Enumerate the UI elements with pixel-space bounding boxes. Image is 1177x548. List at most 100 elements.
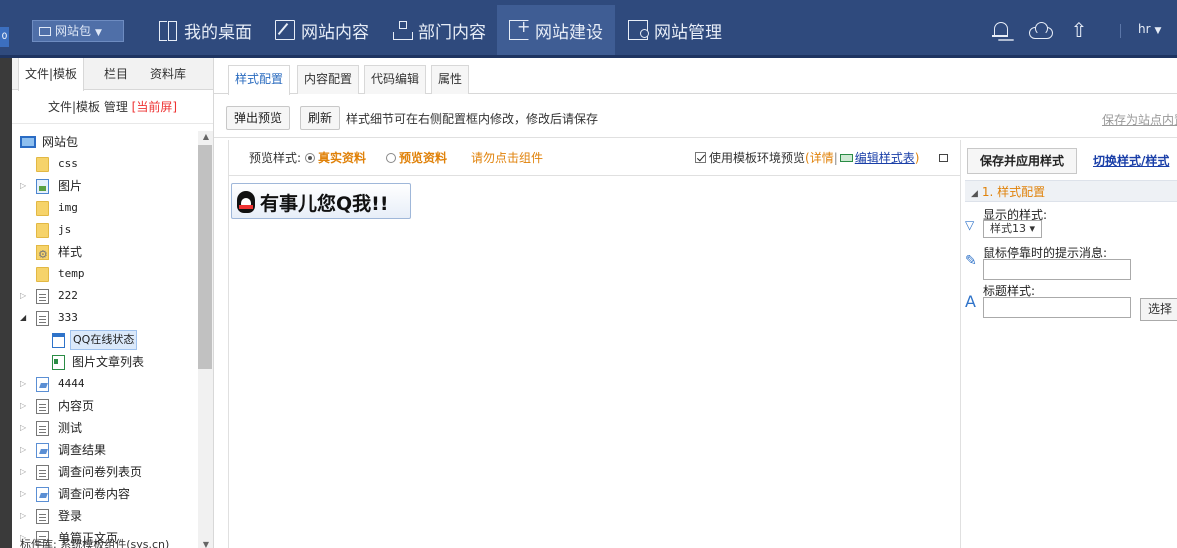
edit-page-icon xyxy=(36,487,49,502)
tree-node[interactable]: img xyxy=(12,197,198,219)
detail-link[interactable]: 详情 xyxy=(810,151,834,165)
expand-arrow-icon[interactable]: ▷ xyxy=(20,483,26,505)
tree-node-label: 登录 xyxy=(58,509,83,523)
page-icon xyxy=(36,311,49,326)
edit-page-icon xyxy=(36,443,49,458)
radio-button[interactable] xyxy=(386,153,396,163)
site-selector-label: 网站包 xyxy=(55,24,92,38)
shirt-icon[interactable]: ⇧ xyxy=(1068,20,1090,42)
edit-stylesheet-link[interactable]: 编辑样式表 xyxy=(855,151,915,165)
checkbox[interactable] xyxy=(695,152,706,163)
tree-node-label: img xyxy=(58,201,78,214)
real-data-option[interactable]: 真实资料 xyxy=(305,140,366,176)
tree-node-label: 调查结果 xyxy=(58,443,107,457)
tab-content-config[interactable]: 内容配置 xyxy=(297,65,360,94)
nav-site-content[interactable]: 网站内容 xyxy=(263,5,381,55)
tree-scrollbar[interactable]: ▲ ▼ xyxy=(198,131,213,548)
tree-node[interactable]: ▷ 222 xyxy=(12,285,198,307)
tree-node[interactable]: 网站包 xyxy=(12,131,198,153)
tree-node[interactable]: ▷ 内容页 xyxy=(12,395,198,417)
tree-node[interactable]: ▷ 登录 xyxy=(12,505,198,527)
nav-my-desktop[interactable]: 我的桌面 xyxy=(146,5,264,55)
page-icon xyxy=(36,465,49,480)
nav-site-manage[interactable]: 网站管理 xyxy=(616,5,734,55)
main-area: 样式配置 内容配置 代码编辑 属性 弹出预览 刷新 样式细节可在右侧配置框内修改… xyxy=(214,58,1177,548)
hover-tip-input[interactable] xyxy=(983,259,1131,280)
expand-arrow-icon[interactable]: ▷ xyxy=(20,373,26,395)
tree-node[interactable]: ▷ 图片 xyxy=(12,175,198,197)
tree-node[interactable]: ▷ 调查问卷内容 xyxy=(12,483,198,505)
tab-style-config[interactable]: 样式配置 xyxy=(228,65,291,95)
expand-arrow-icon[interactable]: ▷ xyxy=(20,505,26,527)
main-tabs: 样式配置 内容配置 代码编辑 属性 xyxy=(214,58,1177,95)
scroll-up-icon[interactable]: ▲ xyxy=(198,131,213,143)
nav-dept-content[interactable]: 部门内容 xyxy=(380,5,498,55)
page-icon xyxy=(36,421,49,436)
collapse-tab[interactable]: 0 xyxy=(0,27,9,47)
scroll-down-icon[interactable]: ▼ xyxy=(198,539,213,548)
tree-node[interactable]: ▷ 测试 xyxy=(12,417,198,439)
tree-node-label: 333 xyxy=(58,311,78,324)
save-apply-button[interactable]: 保存并应用样式 xyxy=(967,148,1078,174)
nav-label: 网站内容 xyxy=(301,22,369,43)
tree-node-label: 样式 xyxy=(58,245,83,259)
tab-files-templates[interactable]: 文件|模板 xyxy=(18,58,85,91)
nav-label: 网站管理 xyxy=(654,22,722,43)
tree-node[interactable]: js xyxy=(12,219,198,241)
tree-node[interactable]: temp xyxy=(12,263,198,285)
section-header[interactable]: ◢ 1. 样式配置 xyxy=(965,180,1177,202)
tab-library[interactable]: 资料库 xyxy=(144,58,192,90)
panel-header-title: 文件|模板 管理 xyxy=(47,100,128,114)
expand-arrow-icon[interactable]: ▷ xyxy=(20,461,26,483)
tree-node[interactable]: 图片文章列表 xyxy=(12,351,198,373)
scrollbar-thumb[interactable] xyxy=(198,145,212,369)
real-data-label: 真实资料 xyxy=(318,151,367,165)
style-select[interactable]: 样式13 ▾ xyxy=(983,220,1043,238)
site-selector-dropdown[interactable]: 网站包 ▼ xyxy=(32,20,124,42)
tree-node[interactable]: ▷ 调查问卷列表页 xyxy=(12,461,198,483)
bell-icon[interactable] xyxy=(990,20,1012,42)
tab-columns[interactable]: 栏目 xyxy=(98,58,134,90)
user-menu[interactable]: hr ▼ xyxy=(1138,22,1161,36)
image-folder-icon xyxy=(36,179,49,194)
tree-node-selected[interactable]: QQ在线状态 xyxy=(12,329,198,351)
nav-label: 部门内容 xyxy=(418,22,486,43)
title-style-input[interactable] xyxy=(983,297,1131,318)
edit-icon: ✎ xyxy=(965,253,977,269)
top-navigation-bar: 0 网站包▼ 我的桌面 网站内容 部门内容 网站建设 网站管理 ⇧ hr▼ xyxy=(0,0,1177,58)
save-as-builtin-link[interactable]: 保存为站点内置 xyxy=(1102,111,1177,128)
template-env-label: 使用模板环境预览 xyxy=(709,151,806,165)
cloud-icon[interactable] xyxy=(1028,20,1053,42)
nav-label: 我的桌面 xyxy=(184,22,252,43)
tree-node[interactable]: css xyxy=(12,153,198,175)
nav-site-build[interactable]: 网站建设 xyxy=(497,5,615,55)
expand-arrow-icon[interactable]: ▷ xyxy=(20,175,26,197)
org-chart-icon xyxy=(392,20,413,40)
tab-properties[interactable]: 属性 xyxy=(431,65,470,94)
preview-pane: 预览样式: 真实资料 预览资料 请勿点击组件 使用模板环境预览(详情| 编辑样式表… xyxy=(228,140,961,548)
collapse-arrow-icon[interactable]: ◢ xyxy=(20,307,26,329)
switch-style-link[interactable]: 切换样式/样式 xyxy=(1093,152,1169,169)
template-env-option[interactable]: 使用模板环境预览(详情| 编辑样式表) xyxy=(695,140,919,176)
build-icon xyxy=(509,17,530,40)
select-button[interactable]: 选择 xyxy=(1140,298,1177,321)
expand-arrow-icon[interactable]: ▷ xyxy=(20,285,26,307)
refresh-button[interactable]: 刷新 xyxy=(300,106,341,130)
tree-node[interactable]: 样式 xyxy=(12,241,198,266)
expand-arrow-icon[interactable]: ▷ xyxy=(20,417,26,439)
preview-data-option[interactable]: 预览资料 xyxy=(386,140,447,176)
tree-node[interactable]: ▷ 4444 xyxy=(12,373,198,395)
left-edge xyxy=(0,58,12,548)
expand-arrow-icon[interactable]: ▷ xyxy=(20,439,26,461)
folder-icon xyxy=(36,223,49,238)
qq-online-badge[interactable]: 有事儿您Q我!! xyxy=(231,183,411,219)
current-screen-tag[interactable]: [当前屏] xyxy=(132,100,177,114)
tree-node-label: 测试 xyxy=(58,421,83,435)
popup-preview-button[interactable]: 弹出预览 xyxy=(226,106,291,130)
tree-node[interactable]: ◢ 333 xyxy=(12,307,198,329)
radio-button[interactable] xyxy=(305,153,315,163)
tree-node[interactable]: ▷ 调查结果 xyxy=(12,439,198,461)
maximize-icon[interactable] xyxy=(939,154,948,162)
tab-code-edit[interactable]: 代码编辑 xyxy=(364,65,427,94)
expand-arrow-icon[interactable]: ▷ xyxy=(20,395,26,417)
